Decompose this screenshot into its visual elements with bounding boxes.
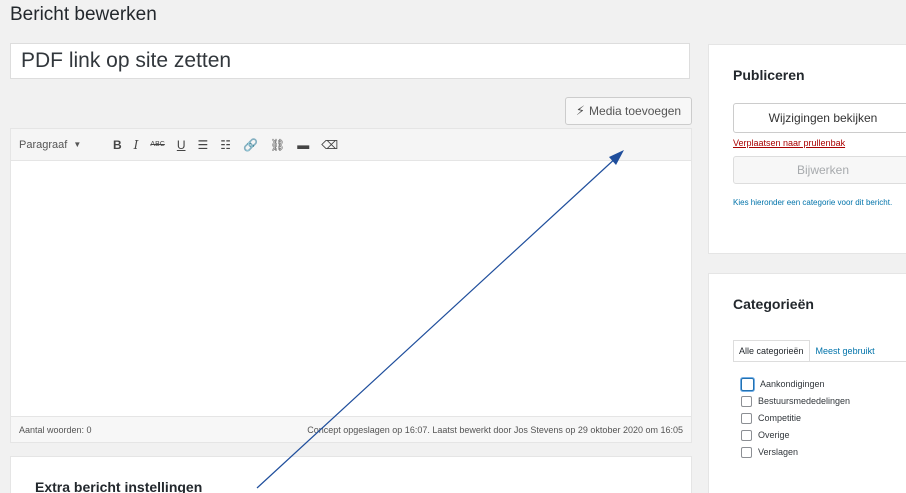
bullet-list-icon[interactable]: ☰ xyxy=(198,138,209,152)
media-icon: ⚡ xyxy=(575,103,586,118)
category-panel: Aankondigingen Bestuursmededelingen Comp… xyxy=(733,361,906,473)
category-item[interactable]: Aankondigingen xyxy=(741,376,850,392)
italic-button[interactable]: I xyxy=(134,138,139,152)
category-checkbox[interactable] xyxy=(741,412,752,424)
category-label: Overige xyxy=(758,430,790,440)
category-item[interactable]: Bestuursmededelingen xyxy=(741,393,850,409)
read-more-icon[interactable]: ▬ xyxy=(297,138,309,152)
category-label: Competitie xyxy=(758,413,802,423)
category-item[interactable]: Overige xyxy=(741,427,850,443)
category-tabs: Alle categorieën Meest gebruikt xyxy=(733,340,881,362)
category-checkbox[interactable] xyxy=(741,446,752,458)
link-icon[interactable]: 🔗 xyxy=(243,138,258,152)
category-checkbox[interactable] xyxy=(741,377,754,391)
category-label: Bestuursmededelingen xyxy=(758,396,851,406)
category-label: Verslagen xyxy=(758,447,799,457)
bold-button[interactable]: B xyxy=(113,138,122,152)
categories-box: Categorieën Alle categorieën Meest gebru… xyxy=(708,273,906,493)
category-checkbox[interactable] xyxy=(741,429,752,441)
category-item[interactable]: Verslagen xyxy=(741,444,850,460)
categories-title: Categorieën xyxy=(733,296,814,312)
save-status: Concept opgeslagen op 16:07. Laatst bewe… xyxy=(307,424,683,435)
page-title: Bericht bewerken xyxy=(10,4,157,25)
preview-changes-button[interactable]: Wijzigingen bekijken xyxy=(733,103,906,133)
tab-most-used[interactable]: Meest gebruikt xyxy=(810,340,881,362)
content-editor: Paragraaf ▼ B I ABC U ☰ ☷ 🔗 ⛓ ▬ ⌫ Aantal… xyxy=(10,128,692,443)
tab-all-categories[interactable]: Alle categorieën xyxy=(733,340,810,362)
category-item[interactable]: Competitie xyxy=(741,410,850,426)
category-list: Aankondigingen Bestuursmededelingen Comp… xyxy=(741,376,850,461)
post-title-value: PDF link op site zetten xyxy=(21,49,232,72)
editor-toolbar: Paragraaf ▼ B I ABC U ☰ ☷ 🔗 ⛓ ▬ ⌫ xyxy=(11,129,691,161)
extra-settings-title: Extra bericht instellingen xyxy=(35,479,203,493)
publish-box: Publiceren Wijzigingen bekijken Verplaat… xyxy=(708,44,906,254)
category-note: Kies hieronder een categorie voor dit be… xyxy=(733,198,893,207)
editor-text-area[interactable] xyxy=(11,161,691,417)
publish-title: Publiceren xyxy=(733,67,805,83)
format-select[interactable]: Paragraaf ▼ xyxy=(19,139,101,151)
unlink-icon[interactable]: ⛓ xyxy=(270,138,285,152)
category-label: Aankondigingen xyxy=(760,379,825,389)
word-count: Aantal woorden: 0 xyxy=(19,424,92,435)
numbered-list-icon[interactable]: ☷ xyxy=(220,138,231,152)
extra-settings-box: Extra bericht instellingen xyxy=(10,456,692,493)
strikethrough-button[interactable]: ABC xyxy=(150,141,164,148)
add-media-label: Media toevoegen xyxy=(589,104,682,118)
post-title-input[interactable]: PDF link op site zetten xyxy=(10,43,690,79)
clear-format-icon[interactable]: ⌫ xyxy=(321,138,338,152)
move-to-trash-link[interactable]: Verplaatsen naar prullenbak xyxy=(733,138,845,148)
add-media-button[interactable]: ⚡ Media toevoegen xyxy=(565,97,692,125)
category-checkbox[interactable] xyxy=(741,395,752,407)
chevron-down-icon: ▼ xyxy=(73,140,82,149)
editor-status-bar: Aantal woorden: 0 Concept opgeslagen op … xyxy=(11,416,691,442)
underline-button[interactable]: U xyxy=(177,138,186,152)
update-button[interactable]: Bijwerken xyxy=(733,156,906,184)
format-select-value: Paragraaf xyxy=(19,138,68,151)
